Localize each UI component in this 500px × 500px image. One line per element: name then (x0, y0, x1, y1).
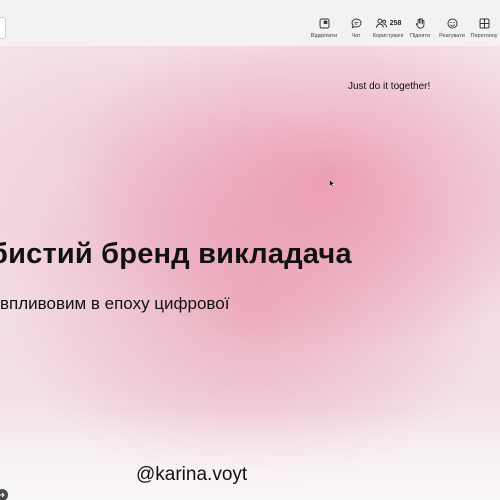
arrow-right-icon (0, 492, 5, 498)
raise-hand-label: Підняти (410, 33, 430, 39)
shared-presentation-slide: Just do it together! бистий бренд виклад… (0, 46, 500, 500)
slide-title: бистий бренд викладача (0, 238, 352, 270)
meeting-title-field[interactable] (0, 17, 6, 39)
chat-icon (351, 18, 361, 29)
unpin-label: Відкріпити (310, 33, 338, 39)
chat-button[interactable]: Чат (340, 16, 372, 44)
raise-hand-icon (415, 18, 424, 29)
react-label: Реагувати (439, 33, 465, 39)
meeting-top-bar: Відкріпити Чат 258 Користувачі Підняти Р… (0, 0, 500, 46)
view-label: Перегляну (470, 33, 498, 39)
slide-subtitle: впливовим в епоху цифрової (0, 294, 230, 313)
react-icon (446, 18, 458, 29)
react-button[interactable]: Реагувати (436, 16, 468, 44)
chat-label: Чат (351, 33, 361, 39)
mouse-pointer-icon (329, 179, 335, 188)
participants-button[interactable]: 258 Користувачі (372, 16, 404, 44)
raise-hand-button[interactable]: Підняти (404, 16, 436, 44)
unpin-icon (319, 18, 329, 29)
meeting-toolbar: Відкріпити Чат 258 Користувачі Підняти Р… (308, 16, 500, 44)
unpin-button[interactable]: Відкріпити (308, 16, 340, 44)
slide-background-fade (0, 410, 500, 500)
slide-author-handle: @karina.voyt (136, 464, 248, 485)
participants-label: Користувачі (372, 33, 404, 39)
view-icon (479, 18, 489, 29)
people-icon (375, 18, 387, 28)
next-slide-button[interactable] (0, 489, 8, 500)
view-button[interactable]: Перегляну (468, 16, 500, 44)
slide-tagline: Just do it together! (348, 81, 431, 92)
participant-count: 258 (389, 20, 402, 27)
